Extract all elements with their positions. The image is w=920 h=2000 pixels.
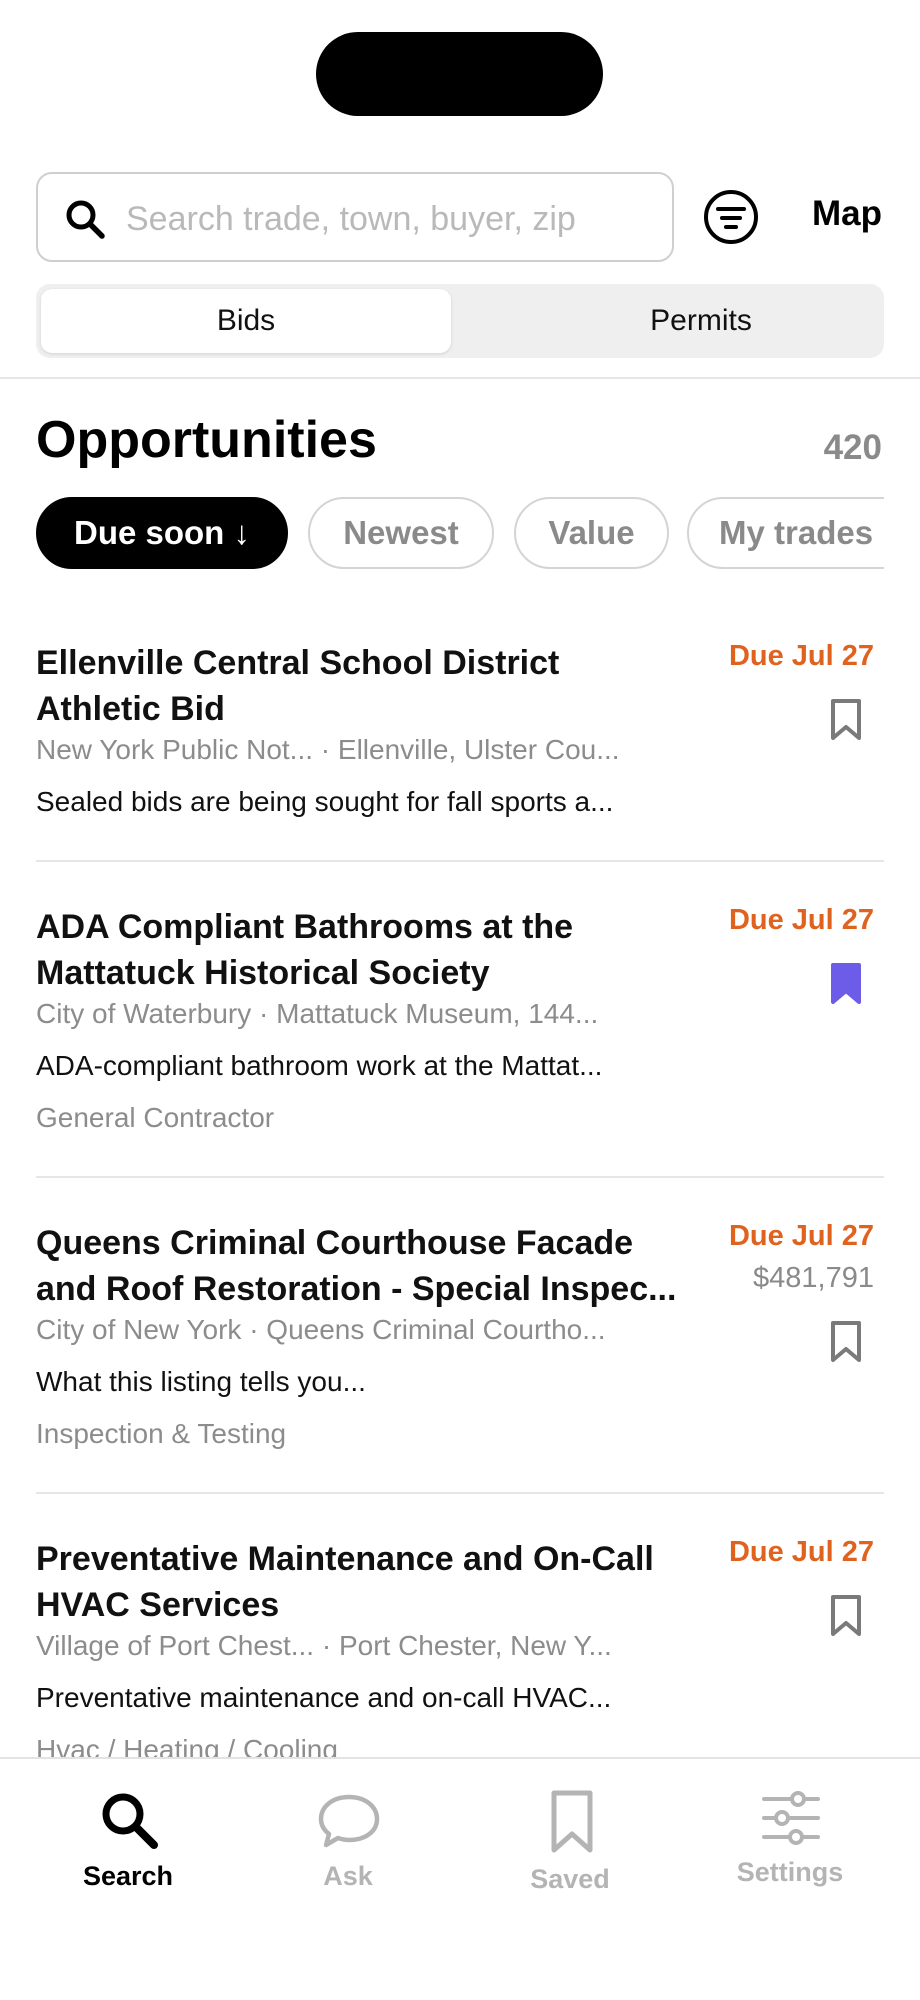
- tab-settings[interactable]: Settings: [680, 1759, 900, 1919]
- bookmark-filled-icon[interactable]: [828, 962, 864, 1006]
- search-input[interactable]: [126, 192, 656, 246]
- search-icon: [66, 200, 105, 239]
- tab-search[interactable]: Search: [18, 1759, 238, 1919]
- list-item[interactable]: Ellenville Central School District Athle…: [36, 640, 884, 820]
- tab-label: Settings: [736, 1857, 844, 1887]
- bottom-tab-bar: Search Ask Saved Settings: [0, 1757, 920, 2000]
- search-box[interactable]: [36, 172, 674, 262]
- tab-ask[interactable]: Ask: [238, 1759, 458, 1919]
- row-divider: [36, 860, 884, 862]
- listing-title[interactable]: Ellenville Central School District Athle…: [36, 640, 686, 732]
- listing-description: What this listing tells you...: [36, 1366, 366, 1397]
- listing-title[interactable]: Preventative Maintenance and On-Call HVA…: [36, 1536, 686, 1628]
- listing-value: $481,791: [753, 1262, 874, 1294]
- segment-permits[interactable]: Permits: [496, 289, 906, 353]
- due-date: Due Jul 27: [728, 1536, 874, 1568]
- chip-value[interactable]: Value: [514, 497, 669, 569]
- row-divider: [36, 1176, 884, 1178]
- filter-icon[interactable]: [702, 188, 760, 246]
- tab-label: Search: [82, 1861, 174, 1891]
- listing-title[interactable]: ADA Compliant Bathrooms at the Mattatuck…: [36, 904, 686, 996]
- tab-saved[interactable]: Saved: [460, 1759, 680, 1919]
- sliders-icon: [762, 1791, 820, 1845]
- list-item[interactable]: Preventative Maintenance and On-Call HVA…: [36, 1536, 884, 1766]
- header-divider: [0, 377, 920, 379]
- search-icon: [102, 1793, 158, 1849]
- due-date: Due Jul 27: [728, 640, 874, 672]
- bookmark-icon: [551, 1790, 593, 1853]
- list-item[interactable]: ADA Compliant Bathrooms at the Mattatuck…: [36, 904, 884, 1134]
- row-divider: [36, 1492, 884, 1494]
- bookmark-icon[interactable]: [828, 1320, 864, 1364]
- search-row: Map: [36, 172, 884, 262]
- result-count: 420: [823, 428, 882, 467]
- bids-permits-toggle: Bids Permits: [36, 284, 884, 358]
- listing-description: ADA-compliant bathroom work at the Matta…: [36, 1050, 603, 1081]
- listing-trade: General Contractor: [36, 1102, 275, 1133]
- bookmark-icon[interactable]: [828, 698, 864, 742]
- camera-notch: [316, 32, 603, 116]
- listing-title[interactable]: Queens Criminal Courthouse Facade and Ro…: [36, 1220, 686, 1312]
- sort-chips: Due soon ↓ Newest Value My trades: [36, 497, 884, 571]
- due-date: Due Jul 27: [728, 904, 874, 936]
- listing-meta: City of New York · Queens Criminal Court…: [36, 1314, 606, 1345]
- page-title: Opportunities: [36, 411, 377, 469]
- chat-bubble-icon: [318, 1794, 380, 1848]
- chip-my-trades[interactable]: My trades: [687, 497, 884, 569]
- listing-description: Sealed bids are being sought for fall sp…: [36, 786, 614, 817]
- chip-due-soon[interactable]: Due soon ↓: [36, 497, 288, 569]
- listing-trade: Inspection & Testing: [36, 1418, 287, 1449]
- bookmark-icon[interactable]: [828, 1594, 864, 1638]
- tab-label: Saved: [530, 1864, 610, 1894]
- segment-bids[interactable]: Bids: [41, 289, 451, 353]
- tab-label: Ask: [323, 1861, 373, 1891]
- map-button[interactable]: Map: [812, 194, 882, 234]
- chip-newest[interactable]: Newest: [308, 497, 494, 569]
- listing-description: Preventative maintenance and on-call HVA…: [36, 1682, 612, 1713]
- listing-meta: Village of Port Chest... · Port Chester,…: [36, 1630, 612, 1661]
- listing-meta: New York Public Not... · Ellenville, Uls…: [36, 734, 620, 765]
- due-date: Due Jul 27: [728, 1220, 874, 1252]
- list-item[interactable]: Queens Criminal Courthouse Facade and Ro…: [36, 1220, 884, 1450]
- listing-meta: City of Waterbury · Mattatuck Museum, 14…: [36, 998, 599, 1029]
